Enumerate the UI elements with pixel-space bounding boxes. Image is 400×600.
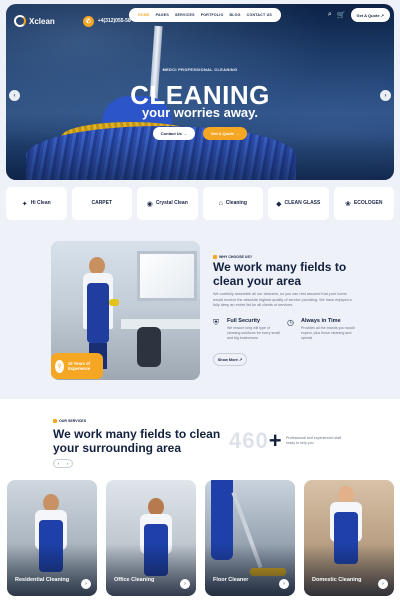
section-tag: WHY CHOOSE US? bbox=[213, 255, 252, 259]
page: Xclean ✆ +4(312)055-58 HOME PAGES SERVIC… bbox=[0, 0, 400, 600]
hero-banner: Xclean ✆ +4(312)055-58 HOME PAGES SERVIC… bbox=[6, 4, 394, 180]
feature-title: Full Security bbox=[227, 318, 261, 324]
brand-logos: ✦ Hi Clean CARPET ◉ Crystal Clean ⌂ Cleanin… bbox=[6, 187, 394, 220]
get-quote-button[interactable]: Get A Quote ↗ bbox=[350, 8, 390, 22]
menu-item-blog[interactable]: BLOG bbox=[229, 13, 240, 17]
phone-contact[interactable]: ✆ +4(312)055-58 bbox=[82, 15, 131, 27]
hero-eyebrow: MEDCI PROFESSIONAL CLEANING bbox=[162, 68, 238, 72]
brand-icon: ◆ bbox=[276, 200, 282, 208]
prev-arrow-icon[interactable]: ‹ bbox=[58, 461, 59, 466]
phone-icon: ✆ bbox=[82, 15, 94, 27]
hero-quote-button[interactable]: Get A Quote → bbox=[203, 127, 248, 140]
service-card-label: Office Cleaning bbox=[114, 577, 155, 583]
logo[interactable]: Xclean bbox=[14, 15, 55, 27]
clock-icon: ◷ bbox=[287, 318, 294, 327]
service-card-office[interactable]: Office Cleaning › bbox=[106, 480, 196, 596]
hero-subtitle: your worries away. bbox=[141, 105, 259, 120]
show-more-button[interactable]: Show More ↗ bbox=[213, 353, 247, 366]
feature-on-time: ◷ Always in Time Provides all the brands… bbox=[287, 318, 357, 341]
next-slide-icon[interactable]: › bbox=[380, 90, 391, 101]
cart-icon[interactable]: 🛒 bbox=[337, 11, 346, 19]
feature-text: We ensure long will type of cleaning sol… bbox=[227, 326, 280, 341]
main-menu: HOME PAGES SERVICES PORTFOLIO BLOG CONTA… bbox=[129, 8, 281, 22]
service-card-residential[interactable]: Residential Cleaning › bbox=[7, 480, 97, 596]
experience-text: 15 Years of Experience bbox=[67, 360, 91, 371]
window-image bbox=[137, 251, 197, 301]
brand-logo: CARPET bbox=[71, 187, 132, 220]
menu-item-home[interactable]: HOME bbox=[138, 13, 150, 17]
search-icon[interactable]: ⌕ bbox=[328, 11, 332, 19]
brand-icon: ✦ bbox=[21, 200, 28, 208]
shield-icon: ⛨ bbox=[213, 318, 219, 327]
services-slider-controls: ‹ › bbox=[53, 459, 73, 468]
hero-buttons: Contact Us → Get A Quote → bbox=[6, 127, 394, 140]
services-description: Professional and experienced staff ready… bbox=[286, 436, 342, 446]
prev-slide-icon[interactable]: ‹ bbox=[9, 90, 20, 101]
menu-item-services[interactable]: SERVICES bbox=[175, 13, 195, 17]
service-card-domestic[interactable]: Domestic Cleaning › bbox=[304, 480, 394, 596]
menu-item-portfolio[interactable]: PORTFOLIO bbox=[201, 13, 224, 17]
desk-image bbox=[121, 319, 200, 329]
brand-logo: ◉ Crystal Clean bbox=[137, 187, 198, 220]
vacuum-icon: ⚲ bbox=[55, 359, 64, 373]
service-card-floor[interactable]: Floor Cleaner › bbox=[205, 480, 295, 596]
brand-logo: ◆ CLEAN GLASS bbox=[268, 187, 329, 220]
service-card-label: Floor Cleaner bbox=[213, 577, 249, 583]
about-paragraph: We carefully assemble all our cleaners, … bbox=[213, 292, 352, 307]
feature-title: Always in Time bbox=[301, 318, 341, 324]
arrow-icon[interactable]: › bbox=[81, 579, 91, 589]
about-heading: We work many fields to clean your area bbox=[213, 260, 347, 289]
next-arrow-icon[interactable]: › bbox=[67, 461, 68, 466]
services-counter: 460+ bbox=[229, 428, 283, 453]
nav-tools: ⌕ 🛒 Get A Quote ↗ bbox=[328, 8, 390, 22]
menu-item-pages[interactable]: PAGES bbox=[156, 13, 169, 17]
contact-us-button[interactable]: Contact Us → bbox=[152, 127, 196, 140]
services-heading: We work many fields to clean your surrou… bbox=[53, 427, 221, 456]
arrow-icon[interactable]: › bbox=[279, 579, 289, 589]
feature-security: ⛨ Full Security We ensure long will type… bbox=[213, 318, 283, 341]
services-section: OUR SERVICES We work many fields to clea… bbox=[0, 399, 400, 600]
arrow-icon[interactable]: › bbox=[378, 579, 388, 589]
section-tag: OUR SERVICES bbox=[53, 419, 86, 423]
brand-logo: ✦ Hi Clean bbox=[6, 187, 67, 220]
service-card-label: Residential Cleaning bbox=[15, 577, 70, 583]
brand-logo: ❀ ECOLOGEN bbox=[333, 187, 394, 220]
brand-icon: ❀ bbox=[345, 200, 351, 208]
logo-icon bbox=[14, 15, 26, 27]
logo-text: Xclean bbox=[29, 16, 55, 26]
experience-badge: ⚲ 15 Years of Experience bbox=[51, 353, 103, 379]
brand-icon: ⌂ bbox=[218, 200, 223, 207]
arrow-icon[interactable]: › bbox=[180, 579, 190, 589]
phone-number: +4(312)055-58 bbox=[97, 18, 131, 24]
cleaner-image bbox=[81, 257, 119, 369]
service-card-label: Domestic Cleaning bbox=[312, 577, 362, 583]
menu-item-contact[interactable]: CONTACT US bbox=[247, 13, 272, 17]
brand-icon: ◉ bbox=[146, 200, 153, 208]
feature-text: Provides all the brands you would expect… bbox=[301, 326, 355, 341]
chair-image bbox=[137, 327, 161, 367]
brand-logo: ⌂ Cleaning bbox=[202, 187, 263, 220]
